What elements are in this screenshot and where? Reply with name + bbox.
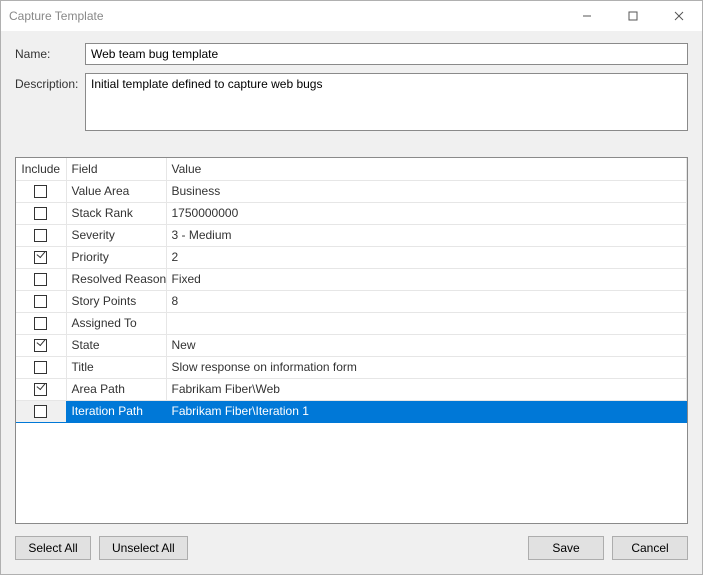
- include-cell[interactable]: [16, 312, 66, 334]
- maximize-button[interactable]: [610, 1, 656, 31]
- include-checkbox[interactable]: [34, 405, 47, 418]
- include-checkbox[interactable]: [34, 295, 47, 308]
- header-include[interactable]: Include: [16, 158, 66, 180]
- table-row[interactable]: Assigned To: [16, 312, 687, 334]
- button-row: Select All Unselect All Save Cancel: [15, 536, 688, 560]
- include-cell[interactable]: [16, 224, 66, 246]
- include-checkbox[interactable]: [34, 251, 47, 264]
- include-cell[interactable]: [16, 202, 66, 224]
- include-cell[interactable]: [16, 356, 66, 378]
- value-cell[interactable]: 2: [166, 246, 687, 268]
- field-cell: Area Path: [66, 378, 166, 400]
- field-cell: Iteration Path: [66, 400, 166, 422]
- fields-grid: Include Field Value Value AreaBusinessSt…: [15, 157, 688, 524]
- table-row[interactable]: StateNew: [16, 334, 687, 356]
- cancel-button[interactable]: Cancel: [612, 536, 688, 560]
- field-cell: Severity: [66, 224, 166, 246]
- include-checkbox[interactable]: [34, 229, 47, 242]
- value-cell[interactable]: Fixed: [166, 268, 687, 290]
- field-cell: Value Area: [66, 180, 166, 202]
- include-checkbox[interactable]: [34, 273, 47, 286]
- header-value[interactable]: Value: [166, 158, 687, 180]
- window-buttons: [564, 1, 702, 31]
- value-cell[interactable]: Fabrikam Fiber\Web: [166, 378, 687, 400]
- table-row[interactable]: Priority2: [16, 246, 687, 268]
- close-button[interactable]: [656, 1, 702, 31]
- window-title: Capture Template: [9, 9, 564, 23]
- value-cell[interactable]: [166, 312, 687, 334]
- field-cell: Priority: [66, 246, 166, 268]
- include-cell[interactable]: [16, 180, 66, 202]
- include-cell[interactable]: [16, 268, 66, 290]
- description-label: Description:: [15, 73, 85, 91]
- include-cell[interactable]: [16, 290, 66, 312]
- table-row[interactable]: Iteration PathFabrikam Fiber\Iteration 1: [16, 400, 687, 422]
- value-cell[interactable]: 8: [166, 290, 687, 312]
- name-input[interactable]: [85, 43, 688, 65]
- value-cell[interactable]: 1750000000: [166, 202, 687, 224]
- field-cell: Stack Rank: [66, 202, 166, 224]
- name-row: Name:: [15, 43, 688, 65]
- description-input[interactable]: Initial template defined to capture web …: [85, 73, 688, 131]
- field-cell: State: [66, 334, 166, 356]
- include-cell[interactable]: [16, 400, 66, 422]
- include-checkbox[interactable]: [34, 383, 47, 396]
- header-field[interactable]: Field: [66, 158, 166, 180]
- table-row[interactable]: Resolved ReasonFixed: [16, 268, 687, 290]
- value-cell[interactable]: 3 - Medium: [166, 224, 687, 246]
- titlebar: Capture Template: [1, 1, 702, 31]
- minimize-button[interactable]: [564, 1, 610, 31]
- table-row[interactable]: Severity3 - Medium: [16, 224, 687, 246]
- include-checkbox[interactable]: [34, 317, 47, 330]
- field-cell: Assigned To: [66, 312, 166, 334]
- description-row: Description: Initial template defined to…: [15, 73, 688, 131]
- table-row[interactable]: Value AreaBusiness: [16, 180, 687, 202]
- unselect-all-button[interactable]: Unselect All: [99, 536, 188, 560]
- value-cell[interactable]: Business: [166, 180, 687, 202]
- table-row[interactable]: Area PathFabrikam Fiber\Web: [16, 378, 687, 400]
- field-cell: Resolved Reason: [66, 268, 166, 290]
- include-cell[interactable]: [16, 246, 66, 268]
- table-row[interactable]: Stack Rank1750000000: [16, 202, 687, 224]
- dialog-content: Name: Description: Initial template defi…: [1, 31, 702, 574]
- select-all-button[interactable]: Select All: [15, 536, 91, 560]
- include-checkbox[interactable]: [34, 207, 47, 220]
- field-cell: Title: [66, 356, 166, 378]
- include-checkbox[interactable]: [34, 361, 47, 374]
- include-cell[interactable]: [16, 334, 66, 356]
- include-cell[interactable]: [16, 378, 66, 400]
- table-row[interactable]: Story Points8: [16, 290, 687, 312]
- name-label: Name:: [15, 43, 85, 61]
- value-cell[interactable]: Slow response on information form: [166, 356, 687, 378]
- table-row[interactable]: TitleSlow response on information form: [16, 356, 687, 378]
- value-cell[interactable]: Fabrikam Fiber\Iteration 1: [166, 400, 687, 422]
- include-checkbox[interactable]: [34, 185, 47, 198]
- value-cell[interactable]: New: [166, 334, 687, 356]
- save-button[interactable]: Save: [528, 536, 604, 560]
- fields-table: Include Field Value Value AreaBusinessSt…: [16, 158, 687, 423]
- field-cell: Story Points: [66, 290, 166, 312]
- include-checkbox[interactable]: [34, 339, 47, 352]
